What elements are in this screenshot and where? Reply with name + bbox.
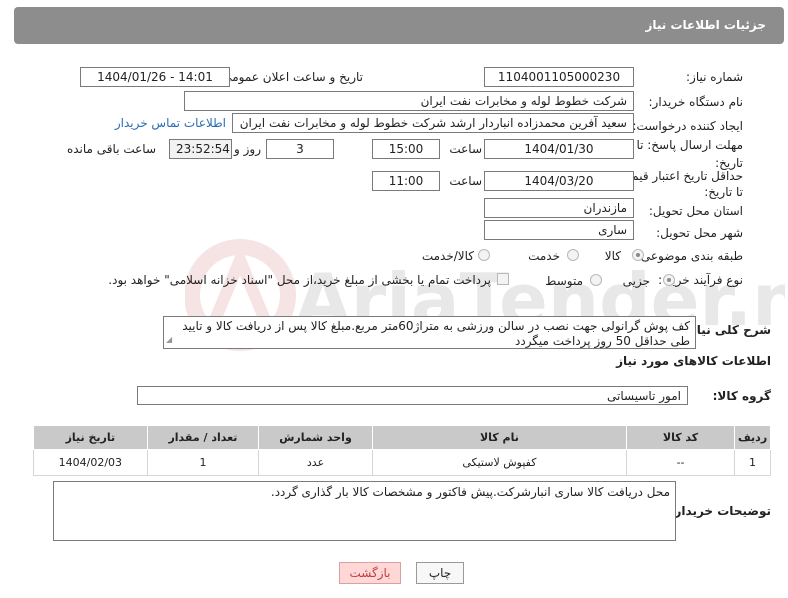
buyer-notes-textarea[interactable]: محل دریافت کالا ساری انبارشرکت.پیش فاکتو…	[53, 481, 676, 541]
goods-section-title: اطلاعات کالاهای مورد نیاز	[616, 354, 771, 368]
need-number-field: 1104001105000230	[484, 67, 634, 87]
goods-group-field: امور تاسیساتی	[137, 386, 688, 405]
province-label: استان محل تحویل:	[648, 204, 743, 218]
need-description-label: شرح کلی نیاز:	[685, 323, 771, 337]
goods-table-header: ردیف کد کالا نام کالا واحد شمارش تعداد /…	[33, 425, 771, 450]
need-description-text: کف پوش گرانولی جهت نصب در سالن ورزشی به …	[182, 319, 690, 348]
days-and-label: روز و	[234, 142, 261, 156]
goods-table: ردیف کد کالا نام کالا واحد شمارش تعداد /…	[33, 425, 771, 476]
category-option-goods: کالا	[604, 249, 621, 263]
province-field: مازندران	[484, 198, 634, 218]
resize-grip-icon[interactable]: ◢	[166, 332, 172, 347]
buyer-notes-text: محل دریافت کالا ساری انبارشرکت.پیش فاکتو…	[270, 485, 670, 499]
category-radio-service[interactable]	[567, 249, 579, 261]
city-field: ساری	[484, 220, 634, 240]
treasury-payment-note: پرداخت تمام یا بخشی از مبلغ خرید،از محل …	[108, 273, 491, 287]
requester-label: ایجاد کننده درخواست:	[632, 119, 743, 133]
cell-need-date: 1404/02/03	[33, 449, 148, 476]
col-code: کد کالا	[625, 425, 736, 450]
announce-datetime-label: تاریخ و ساعت اعلان عمومی:	[218, 70, 363, 84]
category-option-service: خدمت	[528, 249, 560, 263]
col-row: ردیف	[734, 425, 771, 450]
price-validity-time-word: ساعت	[449, 174, 482, 188]
price-validity-time-field: 11:00	[372, 171, 440, 191]
buyer-notes-label: توضیحات خریدار:	[669, 504, 771, 518]
cell-row: 1	[734, 449, 771, 476]
deadline-date-field: 1404/01/30	[484, 139, 634, 159]
requester-field: سعید آفرین محمدزاده انباردار ارشد شرکت خ…	[232, 113, 634, 133]
col-quantity: تعداد / مقدار	[146, 425, 260, 450]
col-unit: واحد شمارش	[258, 425, 373, 450]
remaining-time-field: 23:52:54	[169, 139, 232, 159]
process-option-minor: جزیی	[622, 274, 650, 288]
city-label: شهر محل تحویل:	[656, 226, 743, 240]
goods-group-label: گروه کالا:	[712, 389, 771, 403]
col-name: نام کالا	[371, 425, 627, 450]
deadline-time-word: ساعت	[449, 142, 482, 156]
print-button[interactable]: چاپ	[416, 562, 464, 584]
need-number-label: شماره نیاز:	[686, 70, 743, 84]
deadline-label: مهلت ارسال پاسخ: تا تاریخ:	[636, 138, 743, 170]
page-title: جزئیات اطلاعات نیاز	[645, 18, 766, 32]
cell-code: --	[625, 449, 736, 476]
cell-name: کفپوش لاستیکی	[371, 449, 627, 476]
cell-unit: عدد	[258, 449, 373, 476]
process-option-medium: متوسط	[545, 274, 583, 288]
category-label: طبقه بندی موضوعی:	[636, 249, 743, 263]
buyer-contact-link[interactable]: اطلاعات تماس خریدار	[115, 116, 226, 130]
buyer-org-label: نام دستگاه خریدار:	[648, 95, 744, 109]
category-radio-goods[interactable]	[632, 249, 644, 261]
back-button[interactable]: بازگشت	[339, 562, 401, 584]
remaining-time-label: ساعت باقی مانده	[66, 142, 156, 156]
category-option-goods-service: کالا/خدمت	[421, 249, 474, 263]
days-count-field: 3	[266, 139, 334, 159]
need-description-textarea[interactable]: کف پوش گرانولی جهت نصب در سالن ورزشی به …	[163, 316, 696, 349]
col-need-date: تاریخ نیاز	[33, 425, 148, 450]
page-header: جزئیات اطلاعات نیاز	[14, 7, 784, 44]
price-validity-date-field: 1404/03/20	[484, 171, 634, 191]
category-radio-goods-service[interactable]	[478, 249, 490, 261]
treasury-payment-checkbox[interactable]	[497, 273, 509, 285]
process-radio-medium[interactable]	[590, 274, 602, 286]
buyer-org-field: شرکت خطوط لوله و مخابرات نفت ایران	[184, 91, 634, 111]
process-radio-minor[interactable]	[663, 274, 675, 286]
deadline-time-field: 15:00	[372, 139, 440, 159]
table-row: 1 -- کفپوش لاستیکی عدد 1 1404/02/03	[33, 449, 771, 476]
announce-datetime-field: 1404/01/26 - 14:01	[80, 67, 230, 87]
cell-quantity: 1	[146, 449, 260, 476]
